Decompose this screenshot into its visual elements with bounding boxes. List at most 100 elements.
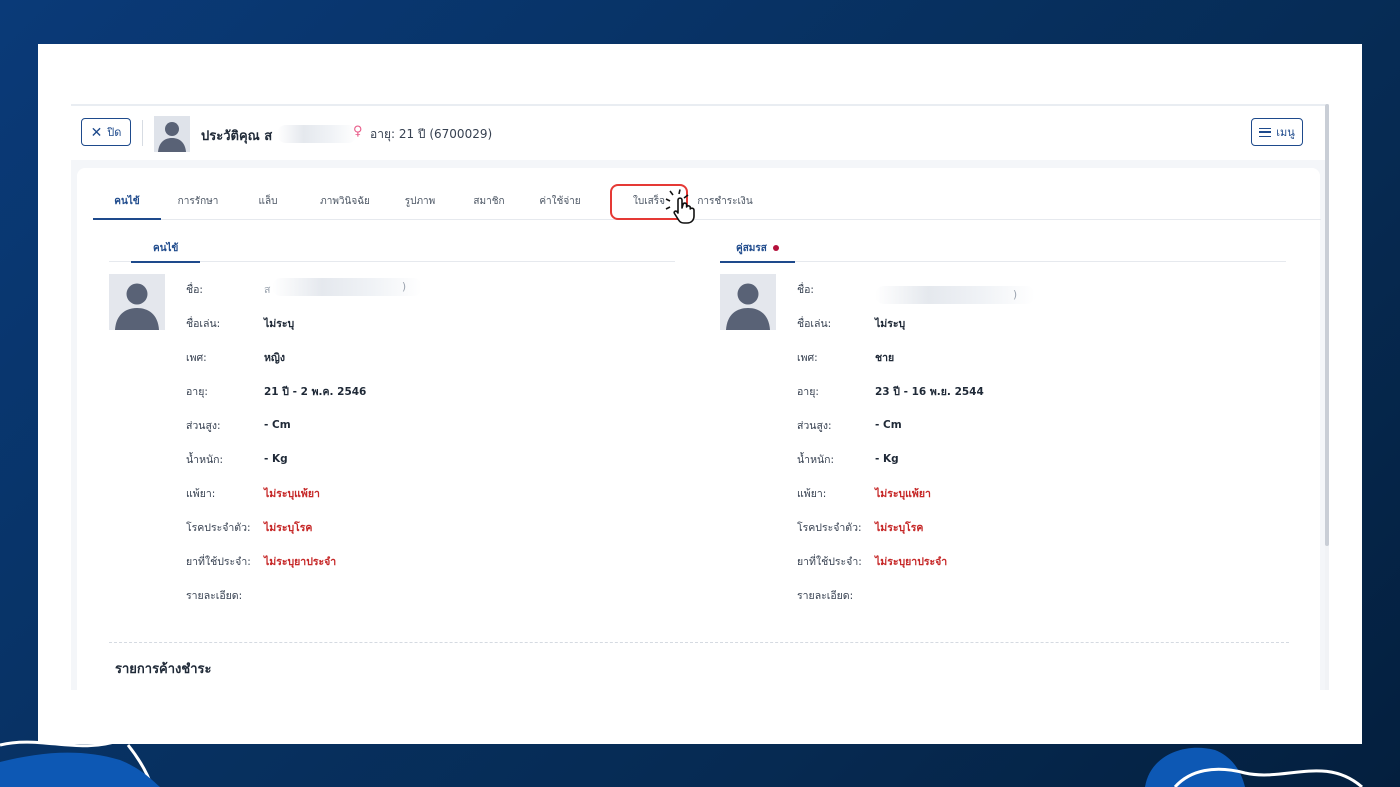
patient-age: อายุ: 21 ปี (6700029) — [370, 127, 493, 141]
pointer-click-icon — [665, 189, 695, 224]
spouse-row-nickname: ชื่อเล่น: ไม่ระบุ — [797, 306, 1277, 340]
close-button[interactable]: ✕ ปิด — [81, 118, 131, 146]
patient-row-details: รายละเอียด: — [186, 578, 666, 612]
details-label: รายละเอียด: — [797, 589, 854, 602]
tab-expenses[interactable]: ค่าใช้จ่าย — [527, 184, 593, 219]
allergy-value: ไม่ระบุแพ้ยา — [264, 487, 320, 500]
redacted-spouse-name — [875, 286, 1035, 304]
patient-name-value: ส ) — [264, 277, 434, 298]
tab-bar: คนไข้ การรักษา แล็บ ภาพวินิจฉัย รูปภาพ ส… — [93, 184, 1321, 224]
female-icon: ♀ — [353, 124, 363, 139]
slide-card: ✕ ปิด ประวัติคุณ ส ♀ อายุ: 21 ปี (670002… — [38, 44, 1362, 744]
height-value: - Cm — [264, 419, 291, 431]
patient-row-medication: ยาที่ใช้ประจำ: ไม่ระบุยาประจำ — [186, 544, 666, 578]
close-label: ปิด — [107, 127, 122, 139]
weight-value: - Kg — [875, 453, 899, 465]
height-label: ส่วนสูง: — [186, 419, 221, 432]
spouse-row-age: อายุ: 23 ปี - 16 พ.ย. 2544 — [797, 374, 1277, 408]
patient-row-age: อายุ: 21 ปี - 2 พ.ค. 2546 — [186, 374, 666, 408]
patient-section-label: คนไข้ — [153, 242, 179, 254]
weight-label: น้ำหนัก: — [186, 453, 224, 466]
redacted-name — [277, 125, 357, 143]
age-label: อายุ: — [797, 385, 819, 398]
scrollbar-thumb[interactable] — [1325, 104, 1329, 546]
patient-info-list: ชื่อ: ส ) ชื่อเล่น: ไม่ระบุ เพศ: หญิง อา… — [186, 272, 666, 612]
tab-treatment[interactable]: การรักษา — [169, 184, 227, 219]
patient-header: ✕ ปิด ประวัติคุณ ส ♀ อายุ: 21 ปี (670002… — [71, 106, 1325, 160]
patient-row-gender: เพศ: หญิง — [186, 340, 666, 374]
spouse-row-disease: โรคประจำตัว: ไม่ระบุโรค — [797, 510, 1277, 544]
scrollbar[interactable] — [1325, 104, 1329, 690]
patient-section: คนไข้ ชื่อ: ส) ชื่อเล่น: ไม่ระบุ เพศ: ห… — [109, 234, 675, 602]
section-divider — [109, 642, 1289, 643]
spouse-row-name: ชื่อ: ) — [797, 272, 1277, 306]
gender-value: หญิง — [264, 351, 285, 364]
patient-section-tab[interactable]: คนไข้ — [131, 234, 201, 263]
medication-value: ไม่ระบุยาประจำ — [875, 555, 948, 568]
hamburger-icon — [1259, 127, 1272, 137]
tab-photos[interactable]: รูปภาพ — [391, 184, 449, 219]
name-label: ชื่อ: — [186, 283, 203, 296]
user-silhouette-icon — [720, 274, 776, 330]
tab-members[interactable]: สมาชิก — [461, 184, 517, 219]
header-divider — [142, 120, 143, 146]
close-icon: ✕ — [90, 124, 103, 140]
spouse-section: คู่สมรส ชื่อ:) ชื่อเล่น: ไม่ระบุ เพศ: ช… — [720, 234, 1286, 602]
notification-dot — [772, 245, 779, 251]
gender-label: เพศ: — [186, 351, 207, 364]
user-silhouette-icon — [109, 274, 165, 330]
disease-label: โรคประจำตัว: — [186, 521, 251, 534]
spouse-row-height: ส่วนสูง: - Cm — [797, 408, 1277, 442]
patient-name-suffix: ) — [402, 280, 407, 293]
nickname-value: ไม่ระบุ — [875, 317, 906, 330]
app-window: ✕ ปิด ประวัติคุณ ส ♀ อายุ: 21 ปี (670002… — [71, 104, 1329, 690]
patient-row-disease: โรคประจำตัว: ไม่ระบุโรค — [186, 510, 666, 544]
age-value: 23 ปี - 16 พ.ย. 2544 — [875, 385, 984, 398]
nickname-value: ไม่ระบุ — [264, 317, 295, 330]
gender-value: ชาย — [875, 351, 895, 364]
page-title: ประวัติคุณ ส — [201, 129, 273, 144]
patient-row-name: ชื่อ: ส ) — [186, 272, 666, 306]
height-value: - Cm — [875, 419, 902, 431]
name-label: ชื่อ: — [797, 283, 814, 296]
menu-label: เมนู — [1276, 127, 1295, 139]
weight-value: - Kg — [264, 453, 288, 465]
spouse-info-list: ชื่อ: ) ชื่อเล่น: ไม่ระบุ เพศ: ชาย อายุ:… — [797, 272, 1277, 612]
spouse-row-medication: ยาที่ใช้ประจำ: ไม่ระบุยาประจำ — [797, 544, 1277, 578]
spouse-row-gender: เพศ: ชาย — [797, 340, 1277, 374]
age-value: 21 ปี - 2 พ.ค. 2546 — [264, 385, 367, 398]
spouse-section-tab[interactable]: คู่สมรส — [720, 234, 795, 263]
allergy-value: ไม่ระบุแพ้ยา — [875, 487, 931, 500]
redacted-patient-name — [272, 277, 422, 296]
allergy-label: แพ้ยา: — [797, 487, 827, 500]
disease-value: ไม่ระบุโรค — [875, 521, 924, 534]
patient-name-initial: ส — [264, 283, 271, 296]
user-silhouette-icon — [154, 116, 190, 152]
pending-payments-title: รายการค้างชำระ — [115, 662, 212, 677]
disease-value: ไม่ระบุโรค — [264, 521, 313, 534]
content-card: คนไข้ การรักษา แล็บ ภาพวินิจฉัย รูปภาพ ส… — [77, 168, 1321, 690]
patient-row-height: ส่วนสูง: - Cm — [186, 408, 666, 442]
patient-avatar — [109, 274, 165, 330]
tab-diagnostic-images[interactable]: ภาพวินิจฉัย — [307, 184, 383, 219]
medication-label: ยาที่ใช้ประจำ: — [186, 555, 251, 568]
spouse-row-weight: น้ำหนัก: - Kg — [797, 442, 1277, 476]
patient-row-nickname: ชื่อเล่น: ไม่ระบุ — [186, 306, 666, 340]
spouse-section-label: คู่สมรส — [736, 242, 767, 254]
nickname-label: ชื่อเล่น: — [797, 317, 832, 330]
gender-label: เพศ: — [797, 351, 818, 364]
patient-row-weight: น้ำหนัก: - Kg — [186, 442, 666, 476]
medication-value: ไม่ระบุยาประจำ — [264, 555, 337, 568]
patient-row-allergy: แพ้ยา: ไม่ระบุแพ้ยา — [186, 476, 666, 510]
disease-label: โรคประจำตัว: — [797, 521, 862, 534]
nickname-label: ชื่อเล่น: — [186, 317, 221, 330]
age-label: อายุ: — [186, 385, 208, 398]
tab-lab[interactable]: แล็บ — [245, 184, 291, 219]
weight-label: น้ำหนัก: — [797, 453, 835, 466]
details-label: รายละเอียด: — [186, 589, 243, 602]
avatar — [154, 116, 190, 152]
tab-patient[interactable]: คนไข้ — [93, 184, 161, 220]
menu-button[interactable]: เมนู — [1251, 118, 1303, 146]
allergy-label: แพ้ยา: — [186, 487, 216, 500]
spouse-row-details: รายละเอียด: — [797, 578, 1277, 612]
